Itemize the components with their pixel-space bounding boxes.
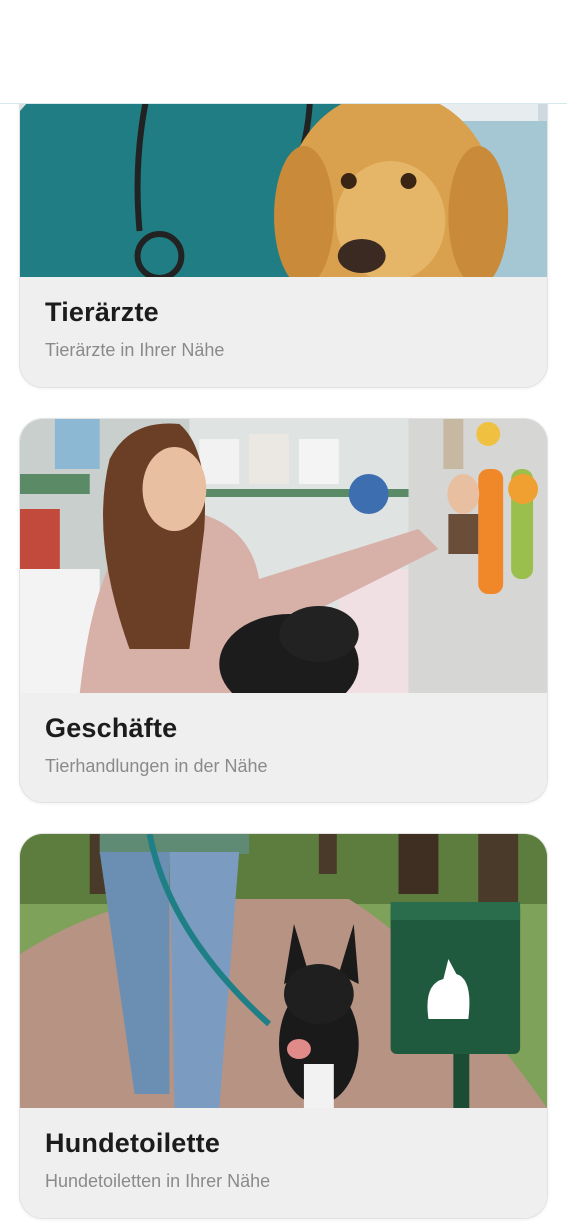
header-bar (0, 0, 567, 104)
card-title: Hundetoilette (45, 1128, 221, 1158)
shops-photo (20, 419, 547, 693)
dog-toilets-photo (20, 834, 547, 1108)
card-subtitle: Tierärzte in Ihrer Nähe (45, 340, 225, 360)
card-title: Tierärzte (45, 297, 159, 327)
card-title: Geschäfte (45, 713, 178, 743)
category-card-dog-toilets[interactable]: Hundetoilette Hundetoiletten in Ihrer Nä… (19, 833, 548, 1219)
category-card-shops[interactable]: Geschäfte Tierhandlungen in der Nähe (19, 418, 548, 803)
card-subtitle: Tierhandlungen in der Nähe (45, 756, 268, 776)
category-list[interactable]: Tierärzte Tierärzte in Ihrer Nähe Geschä… (0, 0, 567, 1227)
card-subtitle: Hundetoiletten in Ihrer Nähe (45, 1171, 271, 1191)
